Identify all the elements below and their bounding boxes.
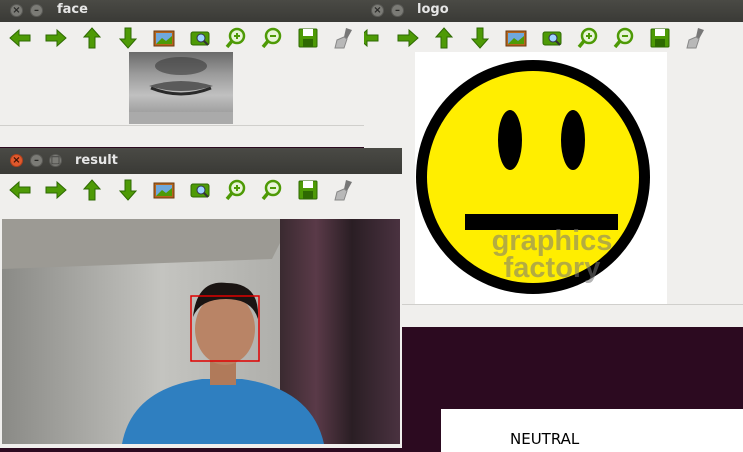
result-minimize-button[interactable]: – <box>30 154 43 167</box>
arrow-right-button[interactable] <box>44 26 68 50</box>
logo-window: × – logo graphics factory <box>364 0 743 327</box>
save-image-button[interactable] <box>152 26 176 50</box>
arrow-down-button[interactable] <box>468 26 492 50</box>
arrow-right-button[interactable] <box>396 26 420 50</box>
result-close-button[interactable]: × <box>10 154 23 167</box>
arrow-down-button[interactable] <box>116 178 140 202</box>
arrow-left-icon <box>9 28 31 48</box>
zoom-in-icon <box>577 27 598 49</box>
emotion-label-panel: NEUTRAL <box>441 409 743 452</box>
arrow-right-icon <box>45 180 67 200</box>
arrow-up-button[interactable] <box>432 26 456 50</box>
face-toolbar <box>0 22 364 54</box>
save-image-icon <box>153 30 175 47</box>
face-window-title: face <box>57 2 88 17</box>
save-image-button[interactable] <box>504 26 528 50</box>
arrow-left-button[interactable] <box>364 26 380 50</box>
clear-brush-button[interactable] <box>684 26 708 50</box>
face-image <box>129 52 233 124</box>
save-icon <box>650 28 670 48</box>
logo-minimize-button[interactable]: – <box>391 4 404 17</box>
result-titlebar: × – □ result <box>0 148 402 174</box>
logo-toolbar <box>364 22 743 54</box>
arrow-up-button[interactable] <box>80 26 104 50</box>
arrow-down-icon <box>118 179 138 201</box>
face-minimize-button[interactable]: – <box>30 4 43 17</box>
zoom-out-icon <box>613 27 634 49</box>
zoom-out-button[interactable] <box>612 26 636 50</box>
zoom-in-icon <box>225 27 246 49</box>
arrow-up-button[interactable] <box>80 178 104 202</box>
save-button[interactable] <box>648 26 672 50</box>
zoom-in-button[interactable] <box>224 26 248 50</box>
properties-button[interactable] <box>540 26 564 50</box>
arrow-left-button[interactable] <box>8 26 32 50</box>
arrow-up-icon <box>82 179 102 201</box>
save-button[interactable] <box>296 178 320 202</box>
properties-icon <box>190 183 210 198</box>
logo-watermark: graphics factory <box>491 225 613 284</box>
zoom-in-icon <box>225 179 246 201</box>
zoom-out-icon <box>261 27 282 49</box>
arrow-left-icon <box>364 28 379 48</box>
arrow-right-button[interactable] <box>44 178 68 202</box>
logo-titlebar: × – logo <box>364 0 743 22</box>
zoom-out-button[interactable] <box>260 26 284 50</box>
arrow-left-button[interactable] <box>8 178 32 202</box>
properties-icon <box>542 31 562 46</box>
save-image-icon <box>153 182 175 199</box>
face-close-button[interactable]: × <box>10 4 23 17</box>
zoom-out-icon <box>261 179 282 201</box>
arrow-down-icon <box>470 27 490 49</box>
save-icon <box>298 180 318 200</box>
zoom-in-button[interactable] <box>224 178 248 202</box>
clear-brush-icon <box>334 28 352 49</box>
arrow-right-icon <box>397 28 419 48</box>
face-titlebar: × – face <box>0 0 364 22</box>
logo-window-title: logo <box>417 2 449 17</box>
result-maximize-button[interactable]: □ <box>49 154 62 167</box>
arrow-down-button[interactable] <box>116 26 140 50</box>
arrow-up-icon <box>82 27 102 49</box>
clear-brush-icon <box>334 180 352 201</box>
logo-close-button[interactable]: × <box>371 4 384 17</box>
properties-icon <box>190 31 210 46</box>
arrow-down-icon <box>118 27 138 49</box>
save-icon <box>298 28 318 48</box>
result-window: × – □ result <box>0 148 402 448</box>
zoom-out-button[interactable] <box>260 178 284 202</box>
properties-button[interactable] <box>188 26 212 50</box>
clear-brush-button[interactable] <box>332 26 356 50</box>
emotion-label: NEUTRAL <box>510 430 580 448</box>
arrow-left-icon <box>9 180 31 200</box>
clear-brush-icon <box>686 28 704 49</box>
logo-image: graphics factory <box>415 52 667 304</box>
properties-button[interactable] <box>188 178 212 202</box>
face-window: × – face <box>0 0 364 147</box>
result-window-title: result <box>75 153 118 168</box>
result-toolbar <box>0 174 402 206</box>
save-image-button[interactable] <box>152 178 176 202</box>
arrow-right-icon <box>45 28 67 48</box>
save-image-icon <box>505 30 527 47</box>
zoom-in-button[interactable] <box>576 26 600 50</box>
clear-brush-button[interactable] <box>332 178 356 202</box>
camera-frame <box>2 219 400 444</box>
save-button[interactable] <box>296 26 320 50</box>
arrow-up-icon <box>434 27 454 49</box>
